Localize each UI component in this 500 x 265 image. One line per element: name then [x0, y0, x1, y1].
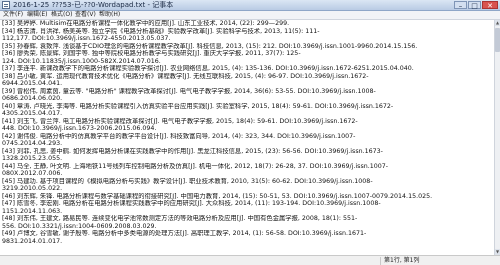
text-line: 4305.2015.04.017.: [2, 110, 63, 117]
text-line: [42] 谢伟俊. 电路分析中的仿真教学平台的教学平台设计[J]. 科技致富向导…: [2, 132, 356, 140]
text-line: 124. DOI:10.11835/j.issn.1000-582X.2014.…: [2, 57, 161, 65]
text-line: [47] 陈雪冬, 李宏刚. 电路分析在电路分析课程实践教学中的应用研究[J].…: [2, 200, 381, 207]
status-bar: 第1行, 第1列: [0, 255, 500, 265]
text-line: 556. DOI:10.3321/j.issn:1004-0609.2008.0…: [2, 222, 157, 230]
close-button[interactable]: ✕: [482, 1, 498, 10]
text-line: [49] 卢博文, 谷雪敏, 谢子殷等. 电路分析中多类电源的处理方法[J]. …: [2, 230, 367, 237]
text-line: [34] 杨志清, 肖洪祥, 杨美英等. 独立学院《电路分析基础》实验教学改革[…: [2, 27, 320, 35]
text-line: 0745.2014.04.293.: [2, 140, 63, 147]
text-line: [46] 刘东辉, 朱锋. 电路分析课程与数学基础课程的衔接研究[J]. 中国电…: [2, 192, 433, 200]
text-line: [35] 孙春辉, 袁致萍. 浅谈基于CDIO理念的电路分析课程教学改革[J].…: [2, 42, 418, 50]
text-line: 0686.2014.06.020.: [2, 95, 63, 102]
text-line: 1328.2015.23.055.: [2, 155, 63, 162]
scroll-up-icon[interactable]: ▲: [495, 20, 500, 26]
menu-format[interactable]: 格式(O): [51, 11, 72, 19]
maximize-button[interactable]: □: [468, 1, 481, 10]
text-line: [33] 吴婷婷. Multisim在电路分析课程一体化教学中的应用[J]. 山…: [2, 20, 290, 27]
text-editor-area[interactable]: [33] 吴婷婷. Multisim在电路分析课程一体化教学中的应用[J]. 山…: [0, 20, 494, 255]
minimize-button[interactable]: –: [454, 1, 467, 10]
menu-bar: 文件(F) 编辑(E) 格式(O) 查看(V) 帮助(H): [0, 11, 500, 20]
text-line: 3219.2010.05.022.: [2, 185, 63, 192]
menu-help[interactable]: 帮助(H): [99, 11, 120, 19]
text-line: [41] 刘玉飞, 曾兰萍. 电工电路分析实验课程改革探讨[J]. 电气电子教学…: [2, 117, 358, 125]
text-line: [44] 马全, 王静, 叶文明. 上海地铁11号线列车控制电路分析及仿真[J]…: [2, 162, 389, 170]
title-bar: 2016-1-25 ???53-已-??0-Wordapad.txt - 记事本…: [0, 0, 500, 11]
notepad-icon: [2, 1, 10, 9]
text-line: 9831.2014.01.017.: [2, 237, 63, 245]
text-line: [45] 马建功. 基于项目课程的《模拟电路分析与实践》教学设计[J]. 职业技…: [2, 177, 373, 185]
text-line: [38] 吕小敏, 黄军. 运用现代教育技术优化《电路分析》课程教学[J]. 无…: [2, 72, 369, 80]
scroll-thumb[interactable]: [495, 28, 500, 52]
text-line: [39] 曾松伟, 周素茵, 童云等. "电路分析" 课程教学改革探讨[J]. …: [2, 87, 376, 95]
menu-view[interactable]: 查看(V): [75, 11, 96, 19]
menu-edit[interactable]: 编辑(E): [27, 11, 47, 19]
text-line: [36] 廖秀荣, 陈景辉, 刘国宇等. 独中等院校电路分析教学与实践研究[J]…: [2, 50, 301, 57]
text-line: [48] 刘东伟, 王建文, 路易民等. 连续变化电学池常数测定方法的等效电路分…: [2, 215, 358, 222]
text-line: 1151.2014.11.063.: [2, 207, 63, 215]
text-line: 080X.2012.07.006.: [2, 170, 63, 177]
vertical-scrollbar[interactable]: ▲ ▼: [494, 20, 500, 255]
text-line: 112,177. DOI:10.3969/j.issn.1672-4550.20…: [2, 35, 171, 42]
text-line: [43] 刘菲, 孔思, 姜中鹤. 如何发挥电路分析课在实践教学中的作用[J].…: [2, 147, 383, 155]
window-title: 2016-1-25 ???53-已-??0-Wordapad.txt - 记事本: [13, 1, 174, 9]
text-line: [37] 李连平. 新课改教学下的电路分析课程实验教学探讨[J]. 农业网络信息…: [2, 65, 414, 72]
status-cursor-position: 第1行, 第1列: [380, 257, 419, 265]
text-line: 448. DOI:10.3969/j.issn.1673-2006.2015.0…: [2, 125, 157, 132]
menu-file[interactable]: 文件(F): [3, 11, 23, 19]
text-line: 6944.2015.04.041.: [2, 80, 63, 87]
text-line: [40] 章涛, 卢晓光, 李海等. 电路分析实验课程引入仿真实验平台应用实践[…: [2, 102, 394, 110]
